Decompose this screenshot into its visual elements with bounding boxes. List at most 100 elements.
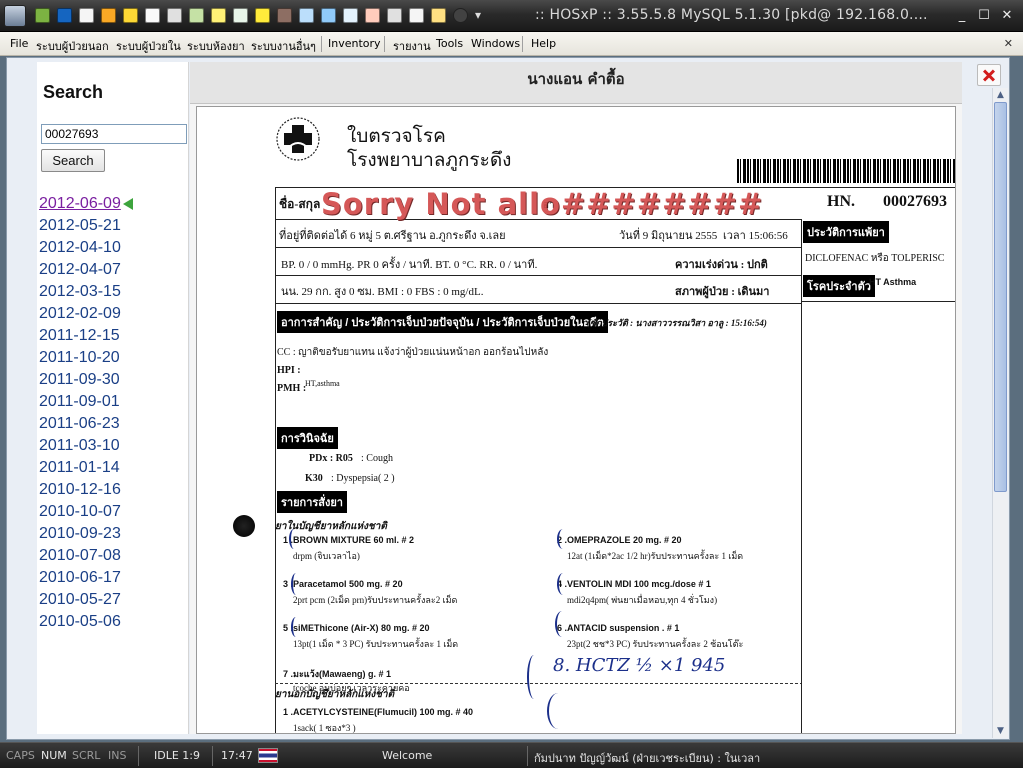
keyboard-language-flag-icon[interactable] (258, 748, 278, 763)
visit-date-link[interactable]: 2010-10-07 (39, 501, 133, 523)
mdi-close-icon[interactable]: ✕ (1004, 37, 1013, 50)
ins-indicator: INS (108, 749, 127, 762)
home-icon[interactable] (362, 5, 383, 26)
allergy-header: ประวัติการแพ้ยา (803, 221, 889, 243)
logged-in-user: กัมปนาท ปัญญ์วัฒน์ (ฝ่ายเวชระเบียน) : ใน… (534, 752, 761, 765)
refresh-icon[interactable] (384, 5, 405, 26)
hosxp-window: ▾ :: HOSxP :: 3.55.5.8 MySQL 5.1.30 [pkd… (0, 0, 1023, 768)
menu-inventory[interactable]: Inventory (328, 37, 381, 50)
document-icon[interactable] (76, 5, 97, 26)
id-card-icon[interactable] (428, 5, 449, 26)
maximize-button[interactable]: ☐ (975, 7, 993, 25)
name-label: ชื่อ-สกุล (279, 197, 321, 211)
drug-name: 7 .มะแว้ง(Mawaeng) g. # 1 (283, 669, 392, 679)
pmh-label: PMH : (277, 383, 307, 394)
visit-date-link[interactable]: 2010-07-08 (39, 545, 133, 567)
visit-date-link[interactable]: 2012-02-09 (39, 303, 133, 325)
monitor-icon[interactable] (318, 5, 339, 26)
person-edit-icon[interactable] (98, 5, 119, 26)
visit-date-link[interactable]: 2012-06-09 (39, 193, 121, 215)
restricted-watermark: Sorry Not allo######## (321, 187, 764, 221)
app-logo-icon[interactable] (4, 5, 26, 27)
pmh-value: HT,asthma (305, 379, 340, 388)
close-viewer-button[interactable] (977, 64, 1001, 86)
title-bar: ▾ :: HOSxP :: 3.55.5.8 MySQL 5.1.30 [pkd… (0, 0, 1023, 32)
dropdown-arrow-icon[interactable]: ▾ (472, 5, 493, 26)
menu-file[interactable]: File (10, 37, 28, 50)
menu-other[interactable]: ระบบงานอื่นๆ (251, 37, 316, 55)
prescription-header: รายการสั่งยา (277, 491, 347, 513)
minimize-button[interactable]: _ (953, 7, 971, 25)
visit-date-link[interactable]: 2011-12-15 (39, 325, 133, 347)
visit-date-link[interactable]: 2011-10-20 (39, 347, 133, 369)
menu-tools[interactable]: Tools (436, 37, 463, 50)
chief-complaint: CC : ญาติขอรับยาแทน แจ้งว่าผู้ป่วยแน่นหน… (277, 347, 549, 358)
visit-date-link[interactable]: 2010-05-27 (39, 589, 133, 611)
visit-date-link[interactable]: 2011-09-30 (39, 369, 133, 391)
scroll-down-icon[interactable]: ▼ (993, 724, 1008, 738)
drug-dose: mdi2q4pm( พ่นยาเมื่อหอบ,ทุก 4 ชั่วโมง) (567, 595, 718, 605)
hn-number: 00027693 (883, 193, 947, 210)
menu-report[interactable]: รายงาน (393, 37, 431, 55)
handwritten-tick (557, 573, 569, 595)
visit-search-panel: Search Search 2012-06-092012-05-212012-0… (37, 62, 189, 734)
visit-date-link[interactable]: 2010-05-06 (39, 611, 133, 633)
menu-pharmacy[interactable]: ระบบห้องยา (187, 37, 245, 55)
search-title: Search (43, 82, 104, 102)
drug-name: 1 .BROWN MIXTURE 60 ml. # 2 (283, 535, 415, 545)
quick-access-toolbar: ▾ (32, 5, 493, 27)
drug-dose: 23pt(2 ชช*3 PC) รับประทานครั้งละ 2 ช้อนโ… (567, 639, 744, 649)
visit-date-link[interactable]: 2011-03-10 (39, 435, 133, 457)
search-button[interactable]: Search (41, 149, 105, 172)
scroll-up-icon[interactable]: ▲ (993, 88, 1008, 102)
menu-ipd[interactable]: ระบบผู้ป่วยใน (116, 37, 181, 55)
document-frame: ใบตรวจโรค โรงพยาบาลภูกระดึง ชื่อ-สกุล อา (190, 104, 962, 734)
file-icon[interactable] (164, 5, 185, 26)
visit-date-link[interactable]: 2011-06-23 (39, 413, 133, 435)
form-rule (275, 275, 801, 276)
menu-windows[interactable]: Windows (471, 37, 520, 50)
scroll-thumb[interactable] (994, 102, 1007, 492)
report-icon[interactable] (296, 5, 317, 26)
notepad-icon[interactable] (120, 5, 141, 26)
play-icon[interactable] (54, 5, 75, 26)
checklist-icon[interactable] (142, 5, 163, 26)
register-icon[interactable] (186, 5, 207, 26)
caps-indicator: CAPS (6, 749, 35, 762)
close-window-button[interactable]: ✕ (998, 7, 1016, 25)
table-icon[interactable] (230, 5, 251, 26)
form-rule (275, 247, 801, 248)
visit-date-link[interactable]: 2012-05-21 (39, 215, 133, 237)
visit-date-link[interactable]: 2011-01-14 (39, 457, 133, 479)
chronic-disease-value: HT Asthma (869, 277, 917, 287)
scrl-indicator: SCRL (72, 749, 101, 762)
grid-icon[interactable] (208, 5, 229, 26)
clock: 17:47 (221, 749, 253, 762)
drug-dose: drpm (จิบเวลาไอ) (293, 551, 360, 561)
visit-date-link[interactable]: 2010-06-17 (39, 567, 133, 589)
lightning-icon[interactable] (252, 5, 273, 26)
drug-name: 6 .ANTACID suspension . # 1 (557, 623, 680, 633)
visit-date-link[interactable]: 2012-04-07 (39, 259, 133, 281)
vitals-row-2: นน. 29 กก. สูง 0 ซม. BMI : 0 FBS : 0 mg/… (281, 286, 484, 298)
search-input[interactable] (41, 124, 187, 144)
visit-date-link[interactable]: 2011-09-01 (39, 391, 133, 413)
clock-icon[interactable] (340, 5, 361, 26)
record-icon[interactable] (450, 5, 471, 26)
menu-bar: File ระบบผู้ป่วยนอก ระบบผู้ป่วยใน ระบบห้… (0, 32, 1023, 56)
visit-date-link[interactable]: 2010-12-16 (39, 479, 133, 501)
menu-opd[interactable]: ระบบผู้ป่วยนอก (36, 37, 109, 55)
visit-date-link[interactable]: 2010-09-23 (39, 523, 133, 545)
window-title: :: HOSxP :: 3.55.5.8 MySQL 5.1.30 [pkd@ … (535, 7, 928, 23)
visit-date-link[interactable]: 2012-04-10 (39, 237, 133, 259)
menu-help[interactable]: Help (531, 37, 556, 50)
allergy-value: DICLOFENAC หรือ TOLPERISC (805, 253, 945, 264)
form-rule (801, 301, 955, 302)
vertical-scrollbar[interactable]: ▲ ▼ (992, 88, 1008, 738)
person-icon[interactable] (274, 5, 295, 26)
window-icon[interactable] (406, 5, 427, 26)
visit-date-link[interactable]: 2012-03-15 (39, 281, 133, 303)
status-separator (212, 746, 213, 766)
users-icon[interactable] (32, 5, 53, 26)
visit-date: วันที่ 9 มิถุนายน 2555 (619, 230, 718, 242)
